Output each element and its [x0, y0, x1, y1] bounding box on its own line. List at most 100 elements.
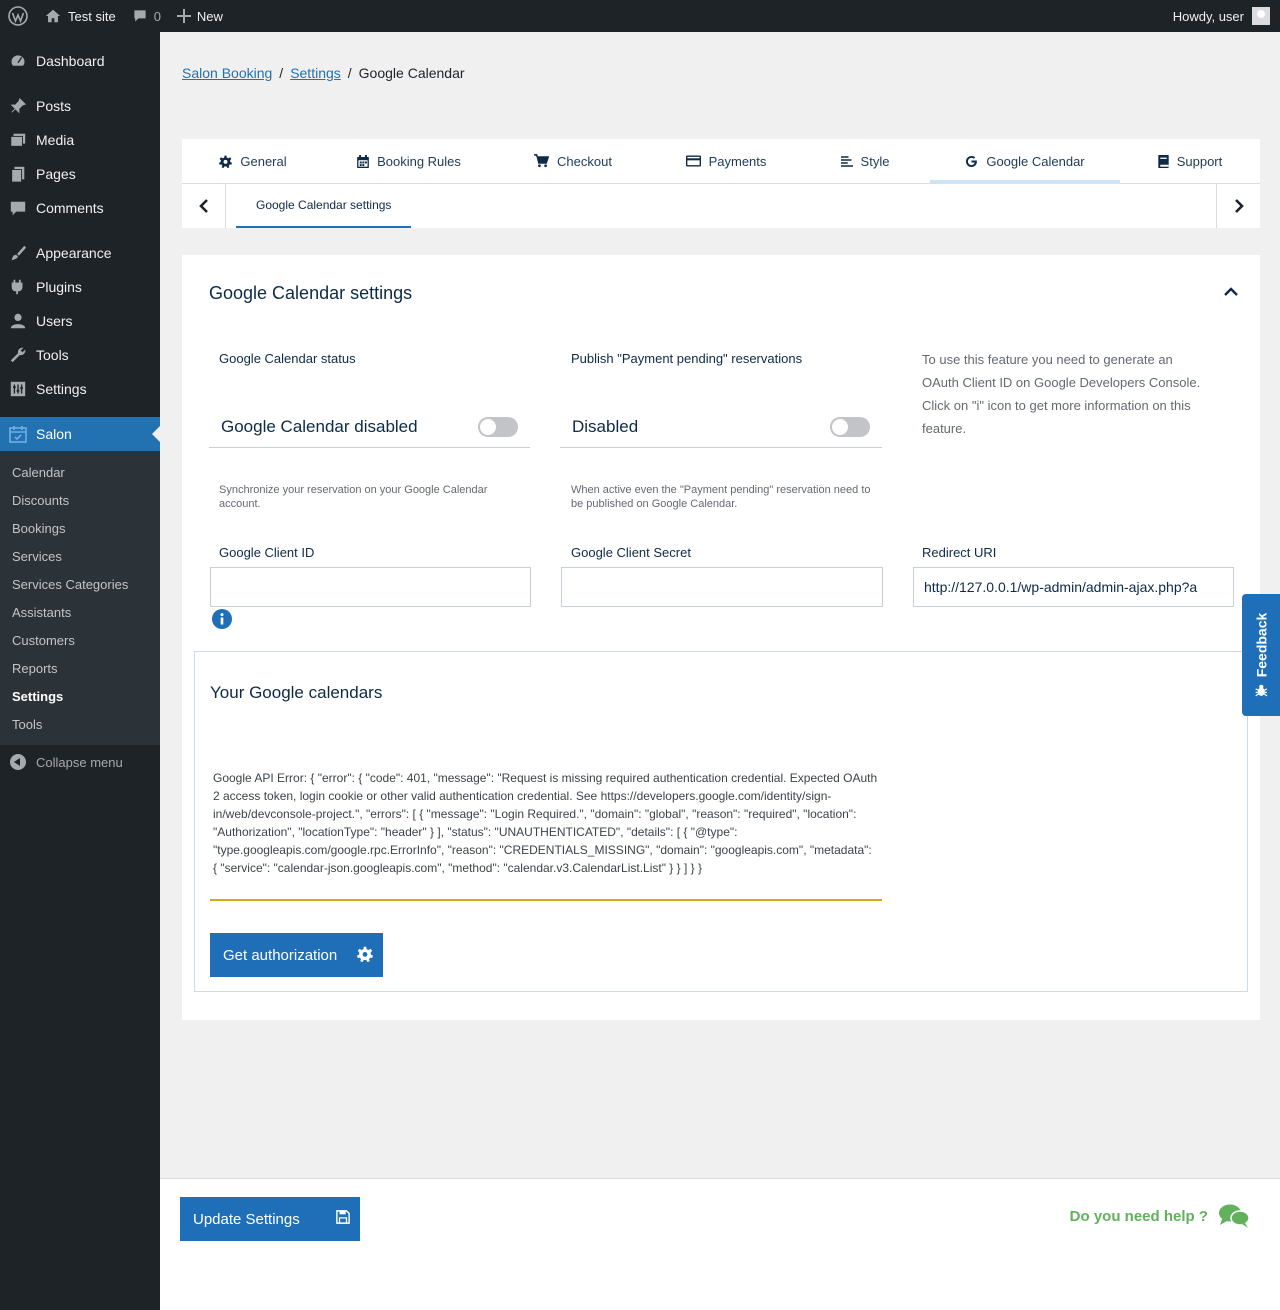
client-id-label: Google Client ID: [219, 545, 315, 560]
previous-arrow-button[interactable]: [182, 184, 226, 228]
get-authorization-button[interactable]: Get authorization: [210, 933, 383, 977]
sidebar-item-tools[interactable]: Tools: [0, 338, 160, 372]
submenu-item-assistants[interactable]: Assistants: [0, 598, 160, 626]
chevron-up-icon: [1224, 287, 1238, 296]
chevron-left-icon: [198, 199, 208, 213]
comments-count: 0: [153, 8, 161, 24]
tab-label: General: [240, 153, 287, 169]
subtab-google-calendar-settings[interactable]: Google Calendar settings: [236, 184, 412, 228]
home-icon: [45, 9, 61, 23]
update-settings-button[interactable]: Update Settings: [180, 1197, 360, 1241]
submenu-item-settings[interactable]: Settings: [0, 682, 160, 710]
tab-booking-rules[interactable]: Booking Rules: [324, 139, 494, 183]
publish-label: Publish "Payment pending" reservations: [571, 351, 803, 366]
tab-payments[interactable]: Payments: [652, 139, 800, 183]
wordpress-logo-icon[interactable]: [0, 0, 36, 32]
status-value: Google Calendar disabled: [221, 416, 418, 436]
user-icon: [8, 311, 28, 331]
submenu-item-customers[interactable]: Customers: [0, 626, 160, 654]
tab-checkout[interactable]: Checkout: [494, 139, 652, 183]
admin-sidebar: Dashboard Posts Media Pages Comments App…: [0, 32, 160, 1310]
avatar: [1252, 7, 1270, 25]
panel-title: Google Calendar settings: [209, 283, 413, 303]
new-label: New: [196, 8, 223, 24]
status-toggle[interactable]: [478, 417, 518, 437]
publish-toggle-row: Disabled: [560, 406, 882, 448]
sidebar-item-users[interactable]: Users: [0, 304, 160, 338]
client-id-input[interactable]: [210, 567, 531, 607]
submenu-item-services-categories[interactable]: Services Categories: [0, 570, 160, 598]
submenu-item-services[interactable]: Services: [0, 542, 160, 570]
settings-footer: Update Settings Do you need help ?: [160, 1178, 1280, 1310]
calendar-icon: [8, 424, 28, 444]
breadcrumb-current: Google Calendar: [358, 65, 465, 81]
breadcrumb: Salon Booking / Settings / Google Calendar: [182, 65, 465, 81]
comment-icon: [134, 10, 146, 22]
help-link-label: Do you need help ?: [1069, 1207, 1208, 1225]
client-secret-input[interactable]: [561, 567, 883, 607]
submenu-item-tools[interactable]: Tools: [0, 710, 160, 738]
sidebar-item-label: Appearance: [36, 245, 112, 261]
publish-toggle[interactable]: [830, 417, 870, 437]
submenu-item-reports[interactable]: Reports: [0, 654, 160, 682]
sidebar-item-label: Settings: [36, 381, 87, 397]
new-content-link[interactable]: New: [169, 0, 231, 32]
comments-link[interactable]: 0: [124, 0, 169, 32]
howdy-text: Howdy, user: [1172, 8, 1244, 24]
sidebar-item-label: Users: [36, 313, 73, 329]
align-left-icon: [840, 155, 853, 167]
calendars-title: Your Google calendars: [210, 683, 383, 702]
pages-icon: [8, 164, 28, 184]
tab-google-calendar[interactable]: Google Calendar: [930, 139, 1120, 184]
submenu-item-calendar[interactable]: Calendar: [0, 458, 160, 486]
submenu-item-discounts[interactable]: Discounts: [0, 486, 160, 514]
tab-support[interactable]: Support: [1120, 139, 1260, 183]
sidebar-item-pages[interactable]: Pages: [0, 157, 160, 191]
my-account-link[interactable]: Howdy, user: [1165, 0, 1280, 32]
feedback-label: Feedback: [1253, 612, 1269, 678]
next-arrow-button[interactable]: [1216, 184, 1260, 228]
sidebar-item-settings[interactable]: Settings: [0, 372, 160, 406]
sidebar-item-plugins[interactable]: Plugins: [0, 270, 160, 304]
tab-general[interactable]: General: [182, 139, 324, 183]
admin-bar: Test site 0 New Howdy, user: [0, 0, 1280, 32]
publish-help: When active even the "Payment pending" r…: [571, 484, 871, 510]
sidebar-item-label: Salon: [36, 426, 72, 442]
sidebar-item-comments[interactable]: Comments: [0, 191, 160, 225]
sidebar-item-dashboard[interactable]: Dashboard: [0, 44, 160, 78]
plugin-icon: [8, 277, 28, 297]
breadcrumb-settings[interactable]: Settings: [290, 65, 341, 81]
sidebar-item-label: Media: [36, 132, 75, 148]
book-icon: [1158, 154, 1169, 168]
google-calendars-box: Your Google calendars Google API Error: …: [194, 651, 1248, 992]
calendar-icon: [357, 154, 369, 168]
sidebar-item-label: Tools: [36, 347, 69, 363]
info-icon[interactable]: [212, 609, 232, 632]
submenu-item-bookings[interactable]: Bookings: [0, 514, 160, 542]
breadcrumb-salon-booking[interactable]: Salon Booking: [182, 65, 272, 81]
sidebar-item-salon[interactable]: Salon: [0, 417, 160, 451]
sidebar-item-label: Pages: [36, 166, 76, 182]
google-api-error-text: Google API Error: { "error": { "code": 4…: [210, 769, 882, 901]
breadcrumb-separator: /: [347, 65, 352, 81]
brush-icon: [8, 243, 28, 263]
site-name: Test site: [68, 8, 116, 24]
redirect-uri-input[interactable]: http://127.0.0.1/wp-admin/admin-ajax.php…: [913, 567, 1234, 607]
sidebar-item-posts[interactable]: Posts: [0, 89, 160, 123]
settings-icon: [8, 379, 28, 399]
sidebar-item-media[interactable]: Media: [0, 123, 160, 157]
help-link[interactable]: Do you need help ?: [1070, 1203, 1250, 1229]
site-name-link[interactable]: Test site: [36, 0, 124, 32]
breadcrumb-separator: /: [279, 65, 284, 81]
tab-label: Google Calendar: [986, 153, 1085, 169]
tab-style[interactable]: Style: [800, 139, 930, 183]
feedback-tab[interactable]: Feedback: [1242, 594, 1280, 716]
credit-card-icon: [685, 155, 701, 167]
subtabs-bar: Google Calendar settings: [182, 184, 1260, 228]
collapse-menu-button[interactable]: Collapse menu: [0, 745, 160, 779]
sidebar-item-label: Comments: [36, 200, 104, 216]
tab-label: Checkout: [557, 153, 612, 169]
collapse-panel-button[interactable]: [1224, 285, 1238, 300]
media-icon: [8, 130, 28, 150]
sidebar-item-appearance[interactable]: Appearance: [0, 236, 160, 270]
